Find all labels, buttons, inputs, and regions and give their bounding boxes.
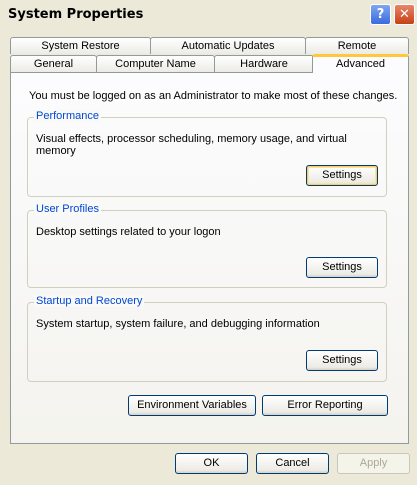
user-profiles-group: User Profiles Desktop settings related t…: [27, 203, 387, 288]
tab-hardware[interactable]: Hardware: [214, 55, 314, 72]
admin-message: You must be logged on as an Administrato…: [29, 90, 398, 102]
help-button[interactable]: ?: [370, 4, 391, 25]
apply-button[interactable]: Apply: [337, 453, 410, 474]
button-label: Settings: [322, 354, 362, 366]
performance-group: Performance Visual effects, processor sc…: [27, 110, 387, 197]
tab-general[interactable]: General: [10, 55, 97, 72]
performance-description: Visual effects, processor scheduling, me…: [36, 133, 347, 157]
tab-remote[interactable]: Remote: [305, 37, 409, 54]
startup-recovery-settings-button[interactable]: Settings: [306, 350, 378, 371]
close-icon: ✕: [399, 7, 410, 22]
tab-advanced[interactable]: Advanced: [312, 54, 409, 73]
tab-label: Hardware: [240, 58, 288, 70]
tab-computer-name[interactable]: Computer Name: [96, 55, 215, 72]
environment-variables-button[interactable]: Environment Variables: [128, 395, 256, 416]
startup-recovery-group: Startup and Recovery System startup, sys…: [27, 295, 387, 382]
button-label: Cancel: [275, 457, 310, 469]
advanced-tab-panel: You must be logged on as an Administrato…: [10, 72, 409, 444]
title-bar: System Properties ? ✕: [0, 0, 417, 30]
ok-button[interactable]: OK: [175, 453, 248, 474]
tab-label: System Restore: [41, 40, 120, 52]
user-profiles-description: Desktop settings related to your logon: [36, 226, 221, 238]
startup-recovery-description: System startup, system failure, and debu…: [36, 318, 320, 330]
tab-automatic-updates[interactable]: Automatic Updates: [150, 37, 306, 54]
tab-label: General: [33, 58, 74, 70]
button-label: Apply: [359, 457, 388, 469]
tab-system-restore[interactable]: System Restore: [10, 37, 151, 54]
tab-label: Automatic Updates: [181, 40, 275, 52]
performance-group-label: Performance: [34, 110, 101, 122]
close-button[interactable]: ✕: [394, 4, 415, 25]
performance-settings-button[interactable]: Settings: [306, 165, 378, 186]
help-icon: ?: [376, 7, 385, 22]
tab-label: Advanced: [336, 58, 385, 70]
button-label: OK: [203, 457, 220, 469]
user-profiles-settings-button[interactable]: Settings: [306, 257, 378, 278]
button-label: Settings: [322, 169, 362, 181]
user-profiles-group-label: User Profiles: [34, 203, 101, 215]
cancel-button[interactable]: Cancel: [256, 453, 329, 474]
error-reporting-button[interactable]: Error Reporting: [262, 395, 388, 416]
button-label: Environment Variables: [137, 399, 247, 411]
button-label: Settings: [322, 261, 362, 273]
tab-label: Computer Name: [115, 58, 196, 70]
window-title: System Properties: [8, 7, 144, 22]
button-label: Error Reporting: [287, 399, 363, 411]
tab-label: Remote: [337, 40, 377, 52]
startup-recovery-group-label: Startup and Recovery: [34, 295, 145, 307]
